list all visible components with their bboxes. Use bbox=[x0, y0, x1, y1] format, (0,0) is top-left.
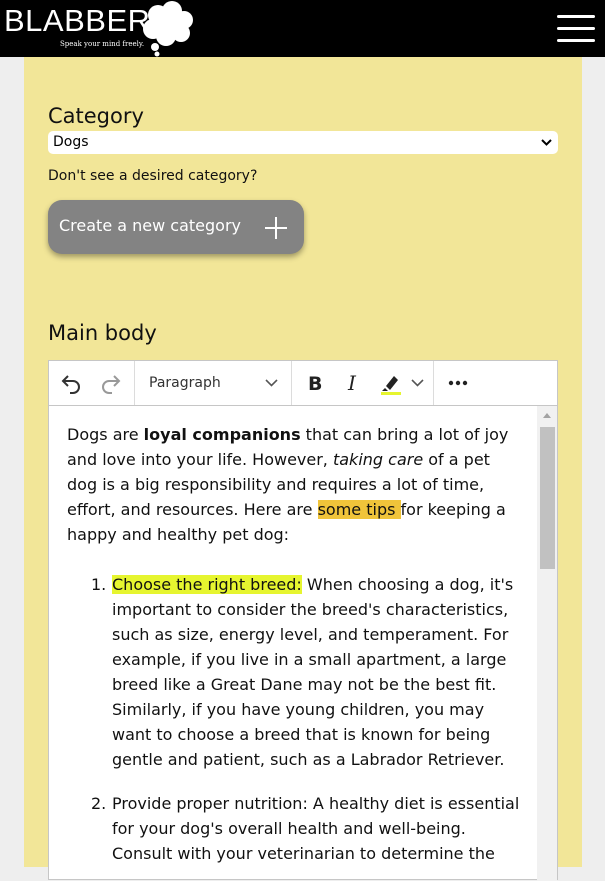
block-style-dropdown[interactable]: Paragraph bbox=[135, 361, 291, 405]
list-item-number: 2. bbox=[91, 794, 107, 813]
toolbar-separator bbox=[291, 361, 292, 405]
cloud-logo-icon bbox=[143, 1, 193, 57]
list-item-number: 1. bbox=[91, 575, 107, 594]
create-category-button[interactable]: Create a new category bbox=[48, 200, 304, 254]
highlighted-text: Choose the right breed: bbox=[112, 575, 302, 594]
create-category-label: Create a new category bbox=[59, 216, 242, 235]
intro-paragraph: Dogs are loyal companions that can bring… bbox=[67, 425, 509, 544]
category-hint: Don't see a desired category? bbox=[48, 168, 258, 184]
category-heading: Category bbox=[48, 104, 144, 128]
post-form-panel: Category Dogs Don't see a desired catego… bbox=[24, 57, 582, 881]
undo-icon[interactable] bbox=[59, 369, 83, 397]
top-bar: BLABBER Speak your mind freely. bbox=[0, 0, 605, 57]
plus-icon bbox=[265, 217, 287, 239]
block-style-value: Paragraph bbox=[149, 375, 221, 391]
highlight-dropdown[interactable] bbox=[375, 361, 431, 405]
brand-name: BLABBER bbox=[4, 3, 151, 38]
editor-content[interactable]: Dogs are loyal companions that can bring… bbox=[49, 406, 537, 881]
bold-icon[interactable]: B bbox=[305, 369, 325, 397]
scrollbar-thumb[interactable] bbox=[540, 427, 555, 569]
more-options-icon[interactable] bbox=[447, 369, 469, 397]
list-item-text: Provide proper nutrition: A healthy diet… bbox=[112, 794, 520, 863]
redo-icon[interactable] bbox=[99, 369, 123, 397]
main-body-heading: Main body bbox=[48, 321, 157, 345]
category-select[interactable]: Dogs bbox=[48, 131, 558, 154]
hamburger-menu-icon[interactable] bbox=[557, 12, 595, 44]
svg-text:I: I bbox=[347, 371, 357, 395]
highlighted-text: some tips bbox=[317, 500, 401, 519]
bold-text: loyal companions bbox=[143, 425, 301, 444]
toolbar-separator bbox=[433, 361, 434, 405]
brand-tagline: Speak your mind freely. bbox=[60, 40, 145, 48]
editor-toolbar: Paragraph B I bbox=[49, 361, 557, 406]
scroll-up-arrow-icon[interactable] bbox=[542, 411, 552, 419]
chevron-down-icon bbox=[541, 139, 552, 146]
list-item-text: Choose the right breed: When choosing a … bbox=[112, 575, 514, 769]
italic-icon[interactable]: I bbox=[344, 369, 364, 397]
chevron-down-icon bbox=[265, 379, 278, 387]
svg-text:B: B bbox=[308, 373, 322, 395]
editor-scrollbar[interactable] bbox=[537, 406, 557, 881]
highlight-pen-icon bbox=[381, 376, 401, 395]
category-select-value: Dogs bbox=[53, 134, 89, 150]
rich-text-editor: Paragraph B I Dogs are loyal companions … bbox=[48, 360, 558, 881]
italic-text: taking care bbox=[332, 450, 424, 469]
chevron-down-icon bbox=[411, 379, 424, 387]
